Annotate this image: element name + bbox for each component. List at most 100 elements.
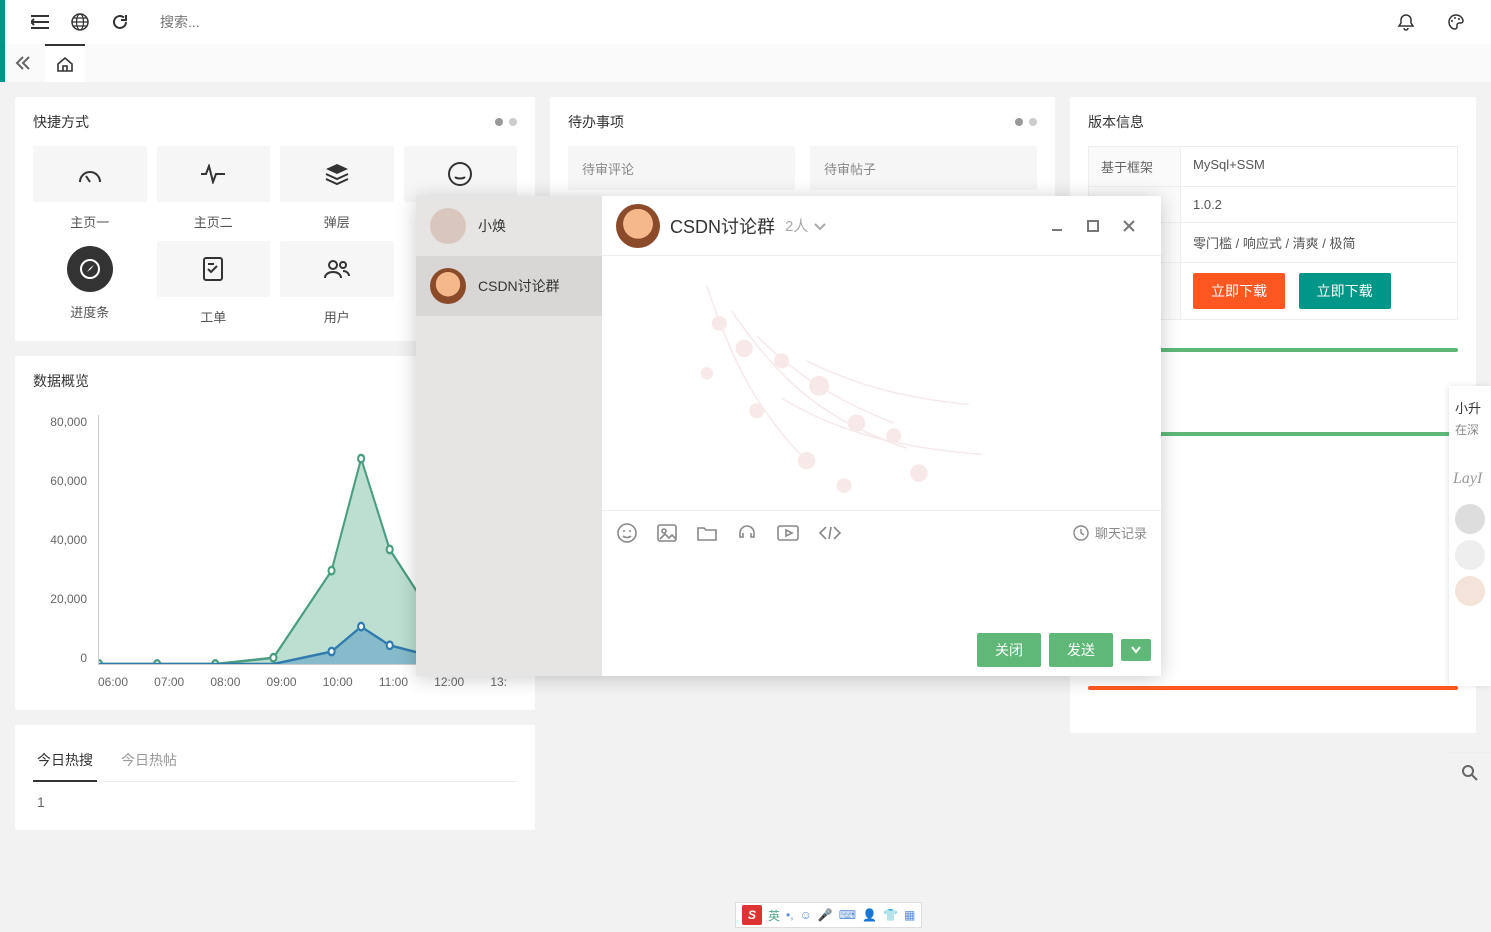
shortcut-progress[interactable]: 进度条 bbox=[33, 241, 147, 326]
shortcuts-title: 快捷方式 bbox=[33, 112, 89, 132]
tab-hot-search[interactable]: 今日热搜 bbox=[33, 740, 97, 782]
shortcut-ticket[interactable]: 工单 bbox=[157, 241, 271, 326]
xtick: 13: bbox=[490, 675, 507, 689]
im-dock[interactable]: 小升 在深 LayI bbox=[1449, 386, 1491, 686]
chat-window: 小焕 CSDN讨论群 CSDN讨论群 2人 bbox=[416, 196, 1161, 676]
shortcut-label: 主页一 bbox=[70, 212, 109, 231]
shortcut-home1[interactable]: 主页一 bbox=[33, 146, 147, 231]
shortcut-label: 进度条 bbox=[70, 302, 109, 321]
ime-skin-icon[interactable]: 👕 bbox=[883, 908, 898, 922]
ytick: 0 bbox=[33, 651, 87, 665]
collapse-tabs-icon[interactable] bbox=[15, 56, 45, 70]
download-button-1[interactable]: 立即下载 bbox=[1193, 273, 1285, 309]
top-bar bbox=[0, 0, 1491, 44]
minimize-icon[interactable] bbox=[1049, 218, 1075, 234]
pending-posts[interactable]: 待审帖子 bbox=[810, 146, 1037, 190]
shortcut-label: 弹层 bbox=[324, 212, 350, 231]
smile-icon bbox=[404, 146, 518, 202]
dock-status: 在深 bbox=[1449, 421, 1491, 444]
avatar-monkey-icon bbox=[430, 268, 466, 304]
globe-icon[interactable] bbox=[60, 0, 100, 44]
framework-label: 基于框架 bbox=[1089, 147, 1181, 186]
ytick: 60,000 bbox=[33, 474, 87, 488]
dock-avatar-2[interactable] bbox=[1455, 540, 1485, 570]
todo-card: 待办事项 待审评论 待审帖子 bbox=[550, 97, 1055, 205]
folder-icon[interactable] bbox=[696, 524, 718, 542]
download-button-2[interactable]: 立即下载 bbox=[1299, 273, 1391, 309]
tab-hot-post[interactable]: 今日热帖 bbox=[117, 740, 181, 781]
chat-send-options[interactable] bbox=[1121, 639, 1151, 661]
shortcut-layer[interactable]: 弹层 bbox=[280, 146, 394, 231]
menu-toggle-icon[interactable] bbox=[20, 0, 60, 44]
ime-lang: 英 bbox=[768, 907, 780, 924]
dock-avatar-3[interactable] bbox=[1455, 576, 1485, 606]
framework-value: MySql+SSM bbox=[1181, 147, 1457, 186]
chat-contact-xiaohuan[interactable]: 小焕 bbox=[416, 196, 602, 256]
hot-row: 1 bbox=[33, 782, 517, 822]
shortcut-label: 主页二 bbox=[194, 212, 233, 231]
code-icon[interactable] bbox=[818, 525, 842, 541]
chat-close-button[interactable]: 关闭 bbox=[977, 633, 1041, 667]
pager-dots[interactable] bbox=[1015, 118, 1037, 126]
version-title: 版本信息 bbox=[1088, 112, 1144, 132]
image-icon[interactable] bbox=[656, 523, 678, 543]
ime-emoji-icon[interactable]: ☺ bbox=[800, 908, 812, 922]
todo-title: 待办事项 bbox=[568, 112, 624, 132]
audio-icon[interactable] bbox=[736, 523, 758, 543]
shortcut-home2[interactable]: 主页二 bbox=[157, 146, 271, 231]
bell-icon[interactable] bbox=[1386, 0, 1426, 44]
sogou-logo-icon: S bbox=[742, 905, 762, 925]
chat-header: CSDN讨论群 2人 bbox=[602, 196, 1161, 256]
chat-input[interactable] bbox=[602, 554, 1161, 624]
ime-punct-icon[interactable]: •, bbox=[786, 908, 794, 922]
dock-avatar-1[interactable] bbox=[1455, 504, 1485, 534]
dock-search-icon[interactable] bbox=[1449, 752, 1491, 792]
xtick: 12:00 bbox=[434, 675, 464, 689]
chevron-down-icon bbox=[813, 222, 827, 232]
tab-home[interactable] bbox=[45, 44, 85, 82]
edit-doc-icon bbox=[157, 241, 271, 297]
pending-comments[interactable]: 待审评论 bbox=[568, 146, 795, 190]
xtick: 10:00 bbox=[323, 675, 353, 689]
contact-name: 小焕 bbox=[478, 216, 506, 236]
ime-keyboard-icon[interactable]: ⌨ bbox=[839, 908, 856, 922]
emoji-icon[interactable] bbox=[616, 522, 638, 544]
contact-name: CSDN讨论群 bbox=[478, 276, 560, 296]
theme-icon[interactable] bbox=[1436, 0, 1476, 44]
video-icon[interactable] bbox=[776, 524, 800, 542]
chat-contact-list: 小焕 CSDN讨论群 bbox=[416, 196, 602, 676]
close-icon[interactable] bbox=[1121, 218, 1147, 234]
chat-history-link[interactable]: 聊天记录 bbox=[1073, 523, 1147, 542]
activity-icon bbox=[157, 146, 271, 202]
ytick: 80,000 bbox=[33, 415, 87, 429]
stats-title: 数据概览 bbox=[33, 371, 89, 391]
ime-tools-icon[interactable]: ▦ bbox=[904, 908, 915, 922]
tab-strip bbox=[0, 44, 1491, 82]
compass-icon bbox=[67, 246, 113, 292]
chat-member-count[interactable]: 2人 bbox=[785, 215, 827, 236]
ime-bar[interactable]: S 英 •, ☺ 🎤 ⌨ 👤 👕 ▦ bbox=[735, 902, 922, 928]
ime-person-icon[interactable]: 👤 bbox=[862, 908, 877, 922]
maximize-icon[interactable] bbox=[1085, 218, 1111, 234]
users-icon bbox=[280, 241, 394, 297]
shortcut-label: 工单 bbox=[200, 307, 226, 326]
ytick: 20,000 bbox=[33, 592, 87, 606]
avatar-monkey-icon bbox=[616, 204, 660, 248]
ytick: 40,000 bbox=[33, 533, 87, 547]
shortcut-label: 用户 bbox=[324, 307, 350, 326]
chat-messages bbox=[602, 256, 1161, 510]
ime-mic-icon[interactable]: 🎤 bbox=[818, 908, 833, 922]
xtick: 07:00 bbox=[154, 675, 184, 689]
dock-title: 小升 bbox=[1449, 394, 1491, 421]
version-value: 1.0.2 bbox=[1181, 187, 1457, 222]
gauge-icon bbox=[33, 146, 147, 202]
chat-contact-csdn[interactable]: CSDN讨论群 bbox=[416, 256, 602, 316]
chat-send-button[interactable]: 发送 bbox=[1049, 633, 1113, 667]
search-box bbox=[160, 7, 1386, 37]
xtick: 08:00 bbox=[210, 675, 240, 689]
refresh-icon[interactable] bbox=[100, 0, 140, 44]
shortcut-user[interactable]: 用户 bbox=[280, 241, 394, 326]
pager-dots[interactable] bbox=[495, 118, 517, 126]
caret-down-icon bbox=[1131, 646, 1141, 654]
search-input[interactable] bbox=[160, 7, 360, 37]
